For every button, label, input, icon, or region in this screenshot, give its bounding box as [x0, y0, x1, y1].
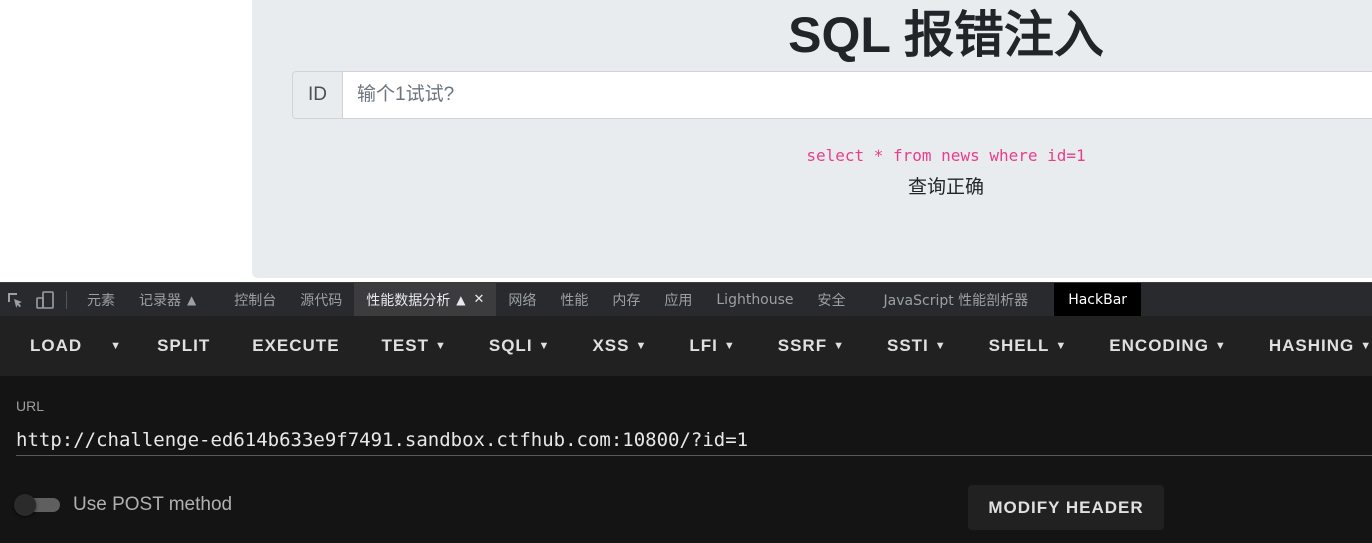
tab-memory[interactable]: 内存: [600, 283, 652, 317]
flask-icon: ▲: [456, 292, 466, 307]
tab-lighthouse[interactable]: Lighthouse: [704, 283, 805, 317]
close-icon[interactable]: ✕: [473, 292, 484, 307]
encoding-menu-button[interactable]: ENCODING ▼: [1088, 316, 1248, 376]
ssrf-menu-button[interactable]: SSRF ▼: [757, 316, 866, 376]
query-result-text: 查询正确: [907, 177, 984, 198]
caret-down-icon: ▼: [1360, 340, 1372, 352]
lfi-menu-button[interactable]: LFI ▼: [668, 316, 756, 376]
tab-performance-insights[interactable]: 性能数据分析 ▲ ✕: [354, 282, 497, 317]
caret-down-icon: ▼: [538, 340, 551, 352]
test-menu-button[interactable]: TEST ▼: [361, 316, 468, 376]
hashing-menu-button[interactable]: HASHING ▼: [1248, 316, 1372, 376]
xss-menu-button[interactable]: XSS ▼: [571, 316, 668, 376]
id-input-prefix: ID: [292, 71, 343, 119]
toggle-thumb: [14, 494, 36, 516]
caret-down-icon: ▼: [434, 340, 447, 352]
id-input[interactable]: [343, 71, 1372, 119]
caret-down-icon: ▼: [1055, 340, 1068, 352]
id-input-group: ID: [292, 71, 1372, 119]
post-method-label: Use POST method: [73, 494, 233, 515]
load-dropdown-button[interactable]: ▼: [102, 316, 136, 376]
device-toolbar-icon[interactable]: [30, 283, 60, 317]
execute-button[interactable]: EXECUTE: [231, 316, 360, 376]
flask-icon: ▲: [187, 292, 197, 307]
modify-header-button[interactable]: MODIFY HEADER: [968, 485, 1164, 530]
tab-elements[interactable]: 元素: [75, 283, 127, 317]
caret-down-icon: ▼: [635, 340, 648, 352]
caret-down-icon: ▼: [934, 340, 947, 352]
hackbar-toolbar: LOAD ▼ SPLIT EXECUTE TEST ▼ SQLI ▼ XSS ▼ LF…: [0, 316, 1372, 376]
tab-hackbar[interactable]: HackBar: [1054, 282, 1142, 317]
hackbar-body: URL Use POST method MODIFY HEADER: [0, 376, 1372, 543]
ssti-menu-button[interactable]: SSTI ▼: [866, 316, 968, 376]
tab-security[interactable]: 安全: [806, 283, 858, 317]
caret-down-icon: ▼: [1214, 340, 1227, 352]
web-page: SQL 报错注入 ID select * from news where id=…: [0, 0, 1372, 282]
post-method-toggle[interactable]: [14, 494, 62, 516]
url-label: URL: [16, 398, 45, 414]
shell-menu-button[interactable]: SHELL ▼: [968, 316, 1089, 376]
caret-down-icon: ▼: [723, 340, 736, 352]
caret-down-icon: ▼: [833, 340, 845, 352]
tab-js-profiler[interactable]: JavaScript 性能剖析器: [872, 283, 1041, 317]
jumbotron-panel: SQL 报错注入 ID select * from news where id=…: [252, 0, 1372, 278]
split-button[interactable]: SPLIT: [136, 316, 231, 376]
tab-application[interactable]: 应用: [652, 283, 704, 317]
url-input[interactable]: [16, 424, 1372, 456]
tab-performance[interactable]: 性能: [548, 283, 600, 317]
page-title: SQL 报错注入: [788, 7, 1104, 63]
tab-console[interactable]: 控制台: [222, 283, 288, 317]
load-button[interactable]: LOAD: [0, 316, 102, 376]
caret-down-icon: ▼: [110, 340, 123, 352]
tab-sources[interactable]: 源代码: [288, 283, 354, 317]
tab-network[interactable]: 网络: [496, 283, 548, 317]
inspect-element-icon[interactable]: [0, 283, 30, 317]
sql-query-text: select * from news where id=1: [806, 146, 1086, 165]
tab-recorder[interactable]: 记录器 ▲: [127, 283, 208, 317]
devtools-tab-bar: 元素 记录器 ▲ 控制台 源代码 性能数据分析 ▲ ✕ 网络 性能 内存 应用 Lig…: [0, 282, 1372, 317]
sqli-menu-button[interactable]: SQLI ▼: [468, 316, 572, 376]
tab-separator: [66, 290, 67, 309]
